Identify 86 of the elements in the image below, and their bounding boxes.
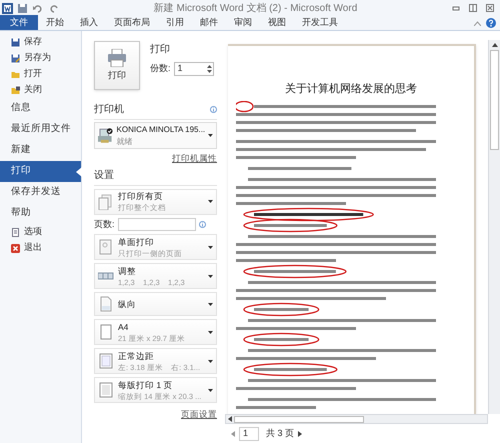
menu-tab[interactable]: 新建 (0, 140, 81, 161)
menu-item[interactable]: 关闭 (0, 82, 81, 98)
printer-dropdown[interactable]: KONICA MINOLTA 195... 就绪 (94, 122, 217, 149)
dropdown-arrow-icon (208, 134, 213, 137)
menu-tab[interactable]: 打印 (0, 161, 81, 182)
dropdown-arrow-icon (208, 246, 213, 249)
floppy-pencil-icon (11, 54, 20, 62)
portrait-page-icon (98, 296, 114, 312)
ribbon-tab[interactable]: 开发工具 (294, 15, 346, 30)
dropdown-arrow-icon (208, 274, 213, 278)
print-button[interactable]: 打印 (94, 41, 140, 90)
page-count: 共 3 页 (266, 426, 294, 440)
info-icon (210, 106, 217, 113)
redo-icon[interactable] (50, 4, 59, 12)
ribbon-tab[interactable]: 视图 (260, 15, 294, 30)
folder-icon (11, 86, 20, 94)
option-title: 每版打印 1 页 (118, 378, 174, 391)
save-icon[interactable] (18, 4, 27, 12)
printer-icon (98, 128, 114, 144)
printer-name: KONICA MINOLTA 195... (116, 124, 206, 136)
page-number-field[interactable]: 1 (239, 426, 259, 440)
copies-spinbox[interactable]: 1 (174, 62, 214, 76)
option-title: 调整 (118, 264, 137, 277)
dropdown-arrow-icon (208, 360, 213, 363)
page-icon (98, 382, 114, 398)
ribbon-tab[interactable]: 引用 (158, 15, 192, 30)
help-icon[interactable] (486, 18, 496, 28)
ribbon-tab[interactable]: 页面布局 (106, 15, 158, 30)
settings-dropdown[interactable]: 纵向 (94, 292, 217, 316)
vertical-scrollbar[interactable] (488, 40, 500, 414)
printer-icon (107, 48, 127, 67)
printer-properties-link[interactable]: 打印机属性 (172, 152, 217, 165)
menu-tab[interactable]: 保存并发送 (0, 182, 81, 203)
document-icon (11, 228, 20, 236)
menu-tab[interactable]: 信息 (0, 98, 81, 119)
option-title: 正常边距 (118, 350, 155, 362)
page-setup-link[interactable]: 页面设置 (181, 408, 217, 421)
margins-icon (98, 353, 114, 370)
option-title: 单面打印 (118, 236, 155, 248)
undo-icon[interactable] (33, 4, 42, 12)
ribbon-tab[interactable]: 文件 (0, 15, 38, 30)
section-heading: 打印 (150, 42, 171, 57)
scroll-thumb[interactable] (234, 416, 364, 422)
ribbon-tab[interactable]: 开始 (38, 15, 72, 30)
horizontal-scrollbar[interactable] (225, 414, 488, 424)
collapse-caret-icon[interactable] (474, 21, 481, 26)
pages-field[interactable] (118, 218, 196, 231)
previous-page-icon[interactable] (231, 430, 235, 436)
dropdown-arrow-icon (208, 302, 213, 306)
spin-arrows-icon[interactable] (206, 64, 212, 74)
menu-item[interactable]: 选项 (0, 224, 81, 240)
ribbon-tab[interactable]: 审阅 (226, 15, 260, 30)
maximize-icon[interactable] (469, 4, 477, 12)
pages-label: 页数: (94, 218, 115, 231)
scroll-up-icon[interactable] (492, 43, 498, 47)
menu-tab[interactable]: 帮助 (0, 203, 81, 224)
document-title: 关于计算机网络发展的思考 (284, 82, 418, 97)
option-title: 打印所有页 (118, 190, 164, 202)
folder-icon (11, 70, 20, 78)
paper-icon (98, 324, 114, 340)
menu-item[interactable]: 打开 (0, 66, 81, 82)
section-heading: 打印机 (94, 102, 124, 117)
section-heading: 设置 (94, 170, 114, 181)
dropdown-arrow-icon (208, 388, 213, 392)
menu-tab[interactable]: 最近所用文件 (0, 119, 81, 140)
close-icon[interactable] (486, 4, 494, 12)
menu-item[interactable]: 保存 (0, 34, 81, 50)
ribbon-tab[interactable]: 插入 (72, 15, 106, 30)
scroll-left-icon[interactable] (228, 416, 232, 422)
info-icon (198, 221, 206, 228)
window-title: 新建 Microsoft Word 文档 (2) - Microsoft Word (152, 2, 358, 16)
dropdown-arrow-icon (208, 200, 213, 204)
exit-icon (11, 244, 20, 252)
next-page-icon[interactable] (298, 430, 302, 436)
scroll-thumb[interactable] (490, 50, 499, 150)
minimize-icon[interactable] (452, 4, 460, 12)
pages-icon (98, 194, 114, 210)
dropdown-arrow-icon (208, 330, 213, 334)
page-icon (98, 239, 114, 256)
printer-status: 就绪 (116, 136, 134, 148)
menu-item[interactable]: 另存为 (0, 50, 81, 66)
option-title: A4 (118, 320, 130, 333)
copies-label: 份数: (150, 62, 171, 76)
ribbon-tab[interactable]: 邮件 (192, 15, 226, 30)
menu-item[interactable]: 退出 (0, 240, 81, 256)
option-title: 纵向 (118, 298, 137, 310)
